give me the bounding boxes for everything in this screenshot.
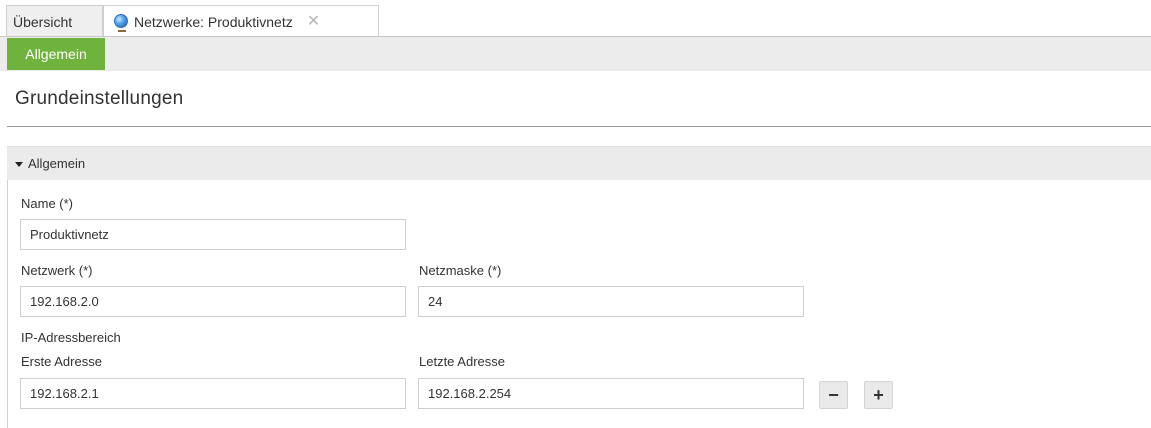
remove-range-button[interactable]: − — [819, 381, 848, 409]
minus-icon: − — [828, 384, 839, 405]
tab-overview-label: Übersicht — [13, 13, 73, 30]
close-icon[interactable]: ✕ — [307, 14, 320, 30]
add-range-button[interactable]: + — [864, 381, 893, 409]
sub-navigation: Allgemein — [0, 37, 1151, 71]
last-address-field[interactable] — [418, 378, 804, 409]
last-address-label: Letzte Adresse — [419, 354, 505, 369]
globe-icon — [114, 14, 128, 32]
tab-network-produktivnetz[interactable]: Netzwerke: Produktivnetz ✕ — [103, 5, 379, 38]
subnav-general-label: Allgemein — [25, 46, 87, 62]
netmask-field[interactable] — [418, 286, 804, 317]
page-title: Grundeinstellungen — [15, 88, 184, 109]
network-label: Netzwerk (*) — [21, 263, 93, 278]
netmask-label: Netzmaske (*) — [419, 263, 502, 278]
network-field[interactable] — [20, 286, 406, 317]
triangle-down-icon — [15, 161, 23, 167]
plus-icon: + — [873, 384, 884, 405]
section-title: Allgemein — [28, 156, 86, 171]
tab-active-label: Netzwerke: Produktivnetz — [134, 14, 293, 30]
tab-bar: Übersicht Netzwerke: Produktivnetz ✕ — [0, 0, 1151, 38]
name-field[interactable] — [20, 219, 406, 250]
first-address-field[interactable] — [20, 378, 406, 409]
name-label: Name (*) — [21, 196, 74, 211]
subnav-general-tab[interactable]: Allgemein — [7, 38, 105, 70]
ip-range-label: IP-Adressbereich — [21, 330, 121, 345]
first-address-label: Erste Adresse — [21, 354, 102, 369]
section-left-border — [7, 180, 8, 428]
section-header-general[interactable]: Allgemein — [7, 146, 1151, 180]
title-divider — [7, 126, 1151, 127]
tab-overview[interactable]: Übersicht — [6, 5, 103, 37]
